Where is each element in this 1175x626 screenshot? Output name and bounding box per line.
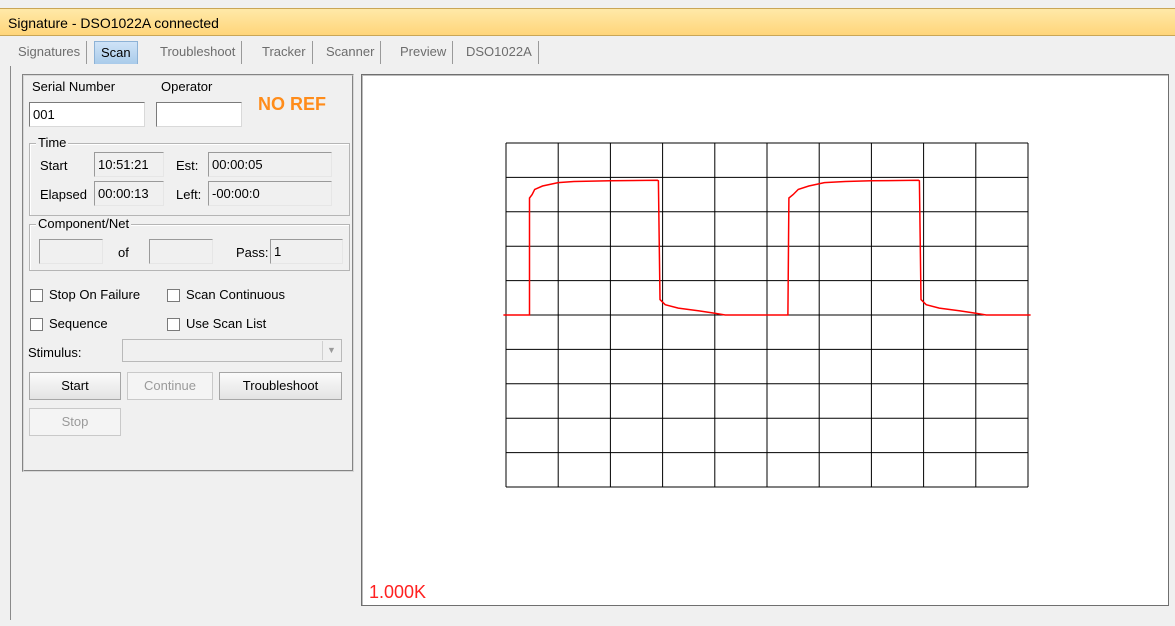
tab-scan[interactable]: Scan xyxy=(94,41,138,64)
tab-strip: Signatures Scan Troubleshoot Tracker Sca… xyxy=(0,36,1175,66)
troubleshoot-button[interactable]: Troubleshoot xyxy=(219,372,342,400)
status-strip xyxy=(0,620,1175,626)
scope-display: 1.000K xyxy=(361,74,1169,606)
of-label: of xyxy=(118,245,129,260)
elapsed-time-field: 00:00:13 xyxy=(94,181,164,206)
no-ref-indicator: NO REF xyxy=(258,94,327,114)
component-current-field xyxy=(39,239,103,264)
continue-button[interactable]: Continue xyxy=(127,372,213,400)
tab-troubleshoot[interactable]: Troubleshoot xyxy=(154,41,243,64)
tab-tracker[interactable]: Tracker xyxy=(256,41,313,64)
waveform-plot xyxy=(503,142,1031,488)
left-time-field: -00:00:0 xyxy=(208,181,332,206)
component-total-field xyxy=(149,239,213,264)
est-label: Est: xyxy=(176,158,199,173)
scan-settings-group: Serial Number 001 Operator NO REF Time S… xyxy=(22,74,354,472)
operator-label: Operator xyxy=(161,79,213,94)
component-net-legend: Component/Net xyxy=(36,216,132,231)
start-button[interactable]: Start xyxy=(29,372,121,400)
window-title: Signature - DSO1022A connected xyxy=(8,15,219,31)
stimulus-select[interactable]: ▼ xyxy=(122,339,342,362)
tab-dso1022a[interactable]: DSO1022A xyxy=(460,41,539,64)
stop-on-failure-label[interactable]: Stop On Failure xyxy=(49,287,140,302)
use-scan-list-checkbox[interactable] xyxy=(167,318,180,331)
serial-number-input[interactable]: 001 xyxy=(29,102,145,127)
sequence-checkbox[interactable] xyxy=(30,318,43,331)
elapsed-label: Elapsed xyxy=(40,187,87,202)
use-scan-list-label[interactable]: Use Scan List xyxy=(186,316,266,331)
stop-button[interactable]: Stop xyxy=(29,408,121,436)
pass-field: 1 xyxy=(270,239,343,264)
sequence-label[interactable]: Sequence xyxy=(49,316,108,331)
title-bar: Signature - DSO1022A connected xyxy=(0,8,1175,36)
scan-continuous-checkbox[interactable] xyxy=(167,289,180,302)
app-window: Signature - DSO1022A connected Signature… xyxy=(0,0,1175,626)
component-net-group: Component/Net of Pass: 1 xyxy=(29,216,350,271)
pass-label: Pass: xyxy=(236,245,269,260)
time-legend: Time xyxy=(36,135,69,150)
stimulus-label: Stimulus: xyxy=(28,345,82,360)
stop-on-failure-checkbox[interactable] xyxy=(30,289,43,302)
est-time-field: 00:00:05 xyxy=(208,152,332,177)
chevron-down-icon[interactable]: ▼ xyxy=(322,341,340,360)
scan-control-panel: Serial Number 001 Operator NO REF Time S… xyxy=(10,66,357,620)
time-group: Time Start 10:51:21 Est: 00:00:05 Elapse… xyxy=(29,135,350,216)
serial-number-label: Serial Number xyxy=(32,79,116,94)
left-label: Left: xyxy=(176,187,202,202)
scope-scale-label: 1.000K xyxy=(369,582,427,602)
tab-scanner[interactable]: Scanner xyxy=(320,41,382,64)
scan-continuous-label[interactable]: Scan Continuous xyxy=(186,287,285,302)
start-time-field: 10:51:21 xyxy=(94,152,164,177)
tab-signatures[interactable]: Signatures xyxy=(12,41,88,64)
operator-input[interactable] xyxy=(156,102,242,127)
tab-preview[interactable]: Preview xyxy=(394,41,454,64)
start-time-label: Start xyxy=(40,158,68,173)
